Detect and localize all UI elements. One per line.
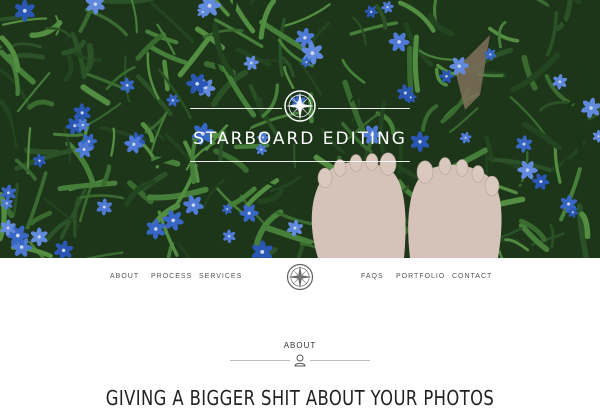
nav-link-contact[interactable]: CONTACT: [452, 273, 492, 280]
divider-line-right: [310, 360, 370, 361]
hero-banner: STARBOARD EDITING: [0, 0, 600, 258]
section-label-about: ABOUT: [283, 341, 317, 350]
brand-rule-top-right: [318, 108, 410, 109]
nav-link-services[interactable]: SERVICES: [199, 273, 242, 280]
brand-lockup: STARBOARD EDITING: [190, 86, 410, 166]
nav-link-about[interactable]: ABOUT: [110, 273, 139, 280]
divider-line-left: [230, 360, 290, 361]
person-icon: [294, 354, 306, 367]
page-headline: GIVING A BIGGER SHIT ABOUT YOUR PHOTOS: [105, 386, 495, 410]
main-nav: ABOUT PROCESS SERVICES FAQS PORTFOLIO CO…: [0, 258, 600, 300]
compass-rose-icon[interactable]: [285, 262, 315, 292]
compass-rose-icon: [284, 90, 316, 122]
nav-link-portfolio[interactable]: PORTFOLIO: [396, 273, 445, 280]
brand-rule-top-left: [190, 108, 282, 109]
brand-rule-bottom: [190, 161, 410, 162]
nav-link-faqs[interactable]: FAQS: [361, 273, 384, 280]
brand-name: STARBOARD EDITING: [193, 129, 407, 149]
nav-link-process[interactable]: PROCESS: [151, 273, 192, 280]
